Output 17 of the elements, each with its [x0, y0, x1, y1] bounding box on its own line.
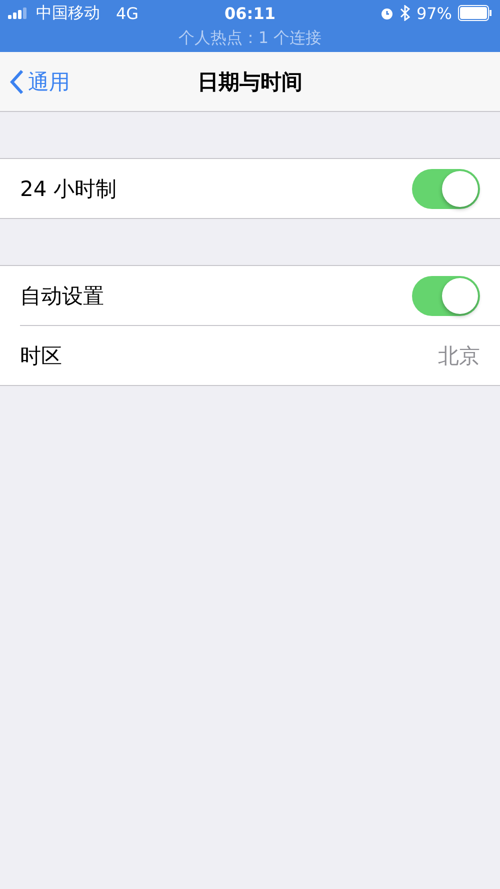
setting-label: 时区 [20, 342, 62, 370]
setting-value: 北京 [438, 342, 480, 370]
page-title: 日期与时间 [198, 68, 302, 96]
battery-icon [458, 5, 492, 21]
chevron-left-icon [10, 68, 24, 94]
hotspot-text: 个人热点：1 个连接 [178, 27, 322, 49]
toggle-switch[interactable] [412, 168, 480, 208]
bluetooth-icon [400, 5, 410, 21]
clock-time: 06:11 [224, 4, 276, 22]
carrier-name: 中国移动 [36, 2, 100, 24]
battery-percent: 97% [416, 4, 452, 22]
setting-label: 24 小时制 [20, 176, 116, 202]
alarm-icon [380, 6, 394, 20]
toggle-switch[interactable] [412, 276, 480, 316]
setting-label: 自动设置 [20, 282, 104, 310]
back-button[interactable]: 通用 [0, 68, 80, 96]
network-type: 4G [116, 4, 139, 22]
